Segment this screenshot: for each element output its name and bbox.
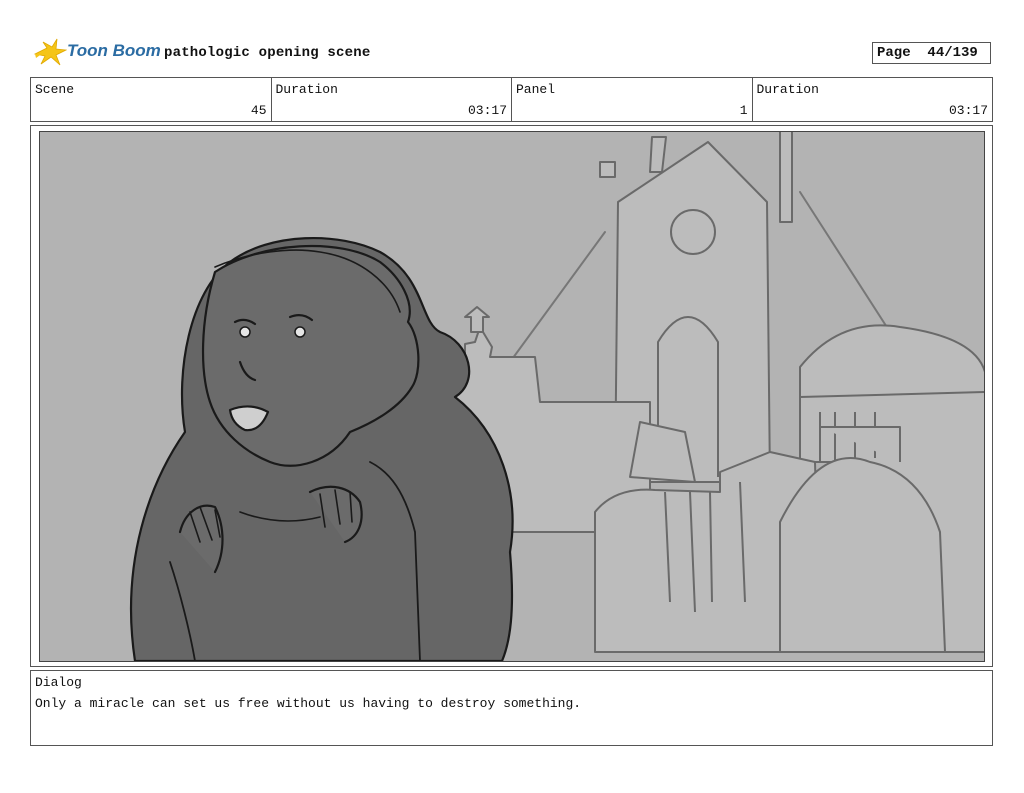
panel-duration-cell: Duration 03:17 — [753, 78, 993, 121]
church-building — [454, 132, 984, 653]
storyboard-panel-image — [39, 131, 985, 662]
scene-duration-cell: Duration 03:17 — [272, 78, 512, 121]
toon-boom-logo: Toon Boom — [33, 38, 161, 68]
scene-value: 45 — [250, 103, 267, 118]
dialog-box: Dialog Only a miracle can set us free wi… — [30, 670, 993, 746]
document-title: pathologic opening scene — [164, 45, 371, 61]
panel-duration-value: 03:17 — [948, 103, 988, 118]
brand-name: Toon Boom — [67, 41, 161, 60]
dialog-text: Only a miracle can set us free without u… — [35, 696, 582, 711]
scene-duration-label: Duration — [275, 82, 338, 97]
toon-boom-logo-icon — [33, 38, 67, 66]
page-indicator: Page 44/139 — [872, 42, 991, 64]
panel-value: 1 — [739, 103, 748, 118]
character-figure — [129, 236, 514, 661]
panel-label: Panel — [516, 82, 556, 97]
dialog-label: Dialog — [35, 675, 82, 690]
scene-duration-value: 03:17 — [467, 103, 507, 118]
page-number: 44/139 — [927, 45, 978, 61]
panel-sketch — [129, 132, 984, 661]
scene-label: Scene — [35, 82, 75, 97]
panel-duration-label: Duration — [756, 82, 819, 97]
scene-cell: Scene 45 — [31, 78, 272, 121]
page-label: Page — [877, 45, 911, 61]
panel-cell: Panel 1 — [512, 78, 753, 121]
panel-info-row: Scene 45 Duration 03:17 Panel 1 Duration… — [30, 77, 993, 122]
storyboard-panel-frame — [30, 125, 993, 667]
